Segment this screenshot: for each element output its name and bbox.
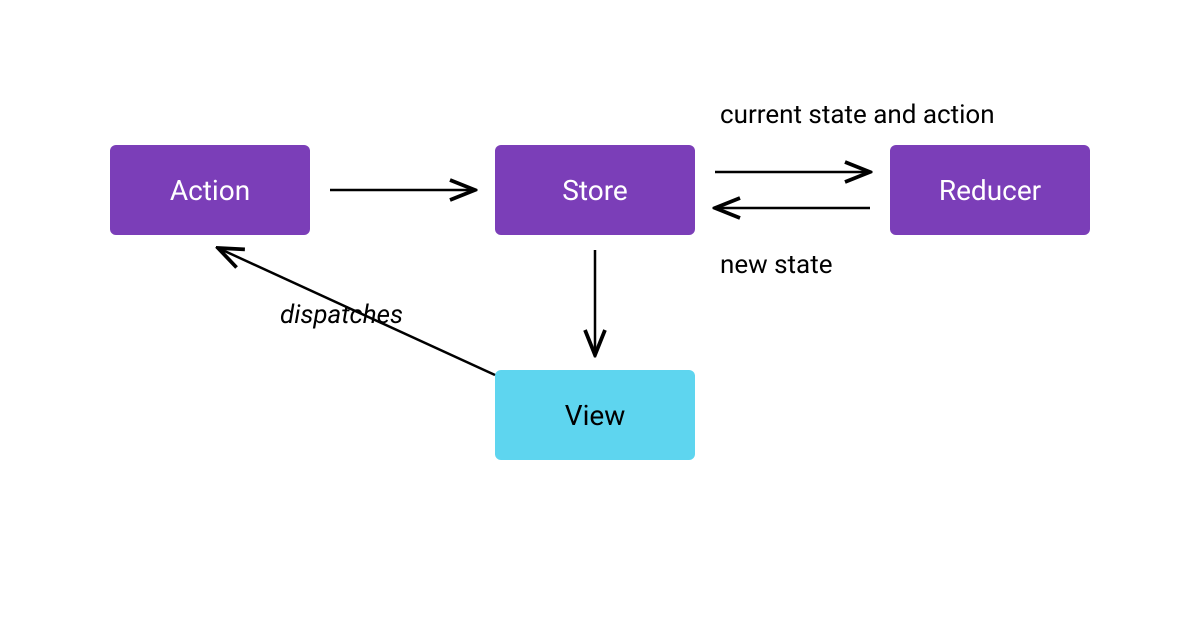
node-view: View bbox=[495, 370, 695, 460]
node-view-label: View bbox=[565, 399, 626, 432]
label-current-state-action: current state and action bbox=[720, 100, 995, 130]
node-reducer-label: Reducer bbox=[939, 174, 1041, 207]
label-dispatches: dispatches bbox=[280, 300, 403, 330]
node-action: Action bbox=[110, 145, 310, 235]
node-action-label: Action bbox=[170, 174, 250, 207]
arrows-layer bbox=[0, 0, 1200, 630]
label-new-state: new state bbox=[720, 250, 833, 280]
node-store-label: Store bbox=[562, 174, 628, 207]
node-reducer: Reducer bbox=[890, 145, 1090, 235]
node-store: Store bbox=[495, 145, 695, 235]
